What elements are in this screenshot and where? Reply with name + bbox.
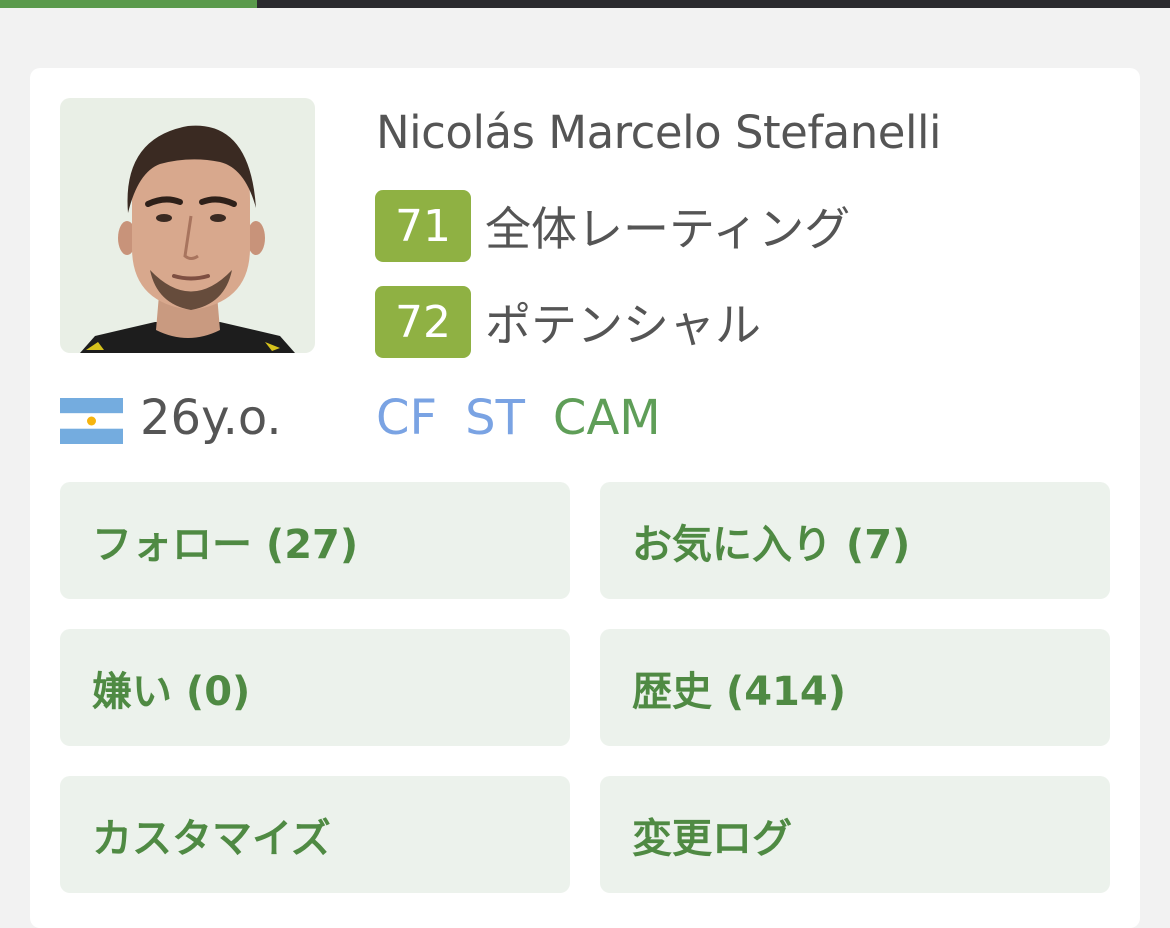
overall-rating-badge: 71	[375, 190, 471, 262]
favorite-button[interactable]: お気に入り (7)	[600, 482, 1110, 599]
history-button[interactable]: 歴史 (414)	[600, 629, 1110, 746]
follow-button[interactable]: フォロー (27)	[60, 482, 570, 599]
position-link[interactable]: ST	[465, 390, 525, 446]
page-progress-fill	[0, 0, 258, 8]
overall-rating-row: 71 全体レーティング	[375, 190, 850, 262]
player-name: Nicolás Marcelo Stefanelli	[376, 106, 941, 159]
player-photo	[60, 98, 315, 353]
player-positions: CF ST CAM	[376, 390, 661, 446]
position-link[interactable]: CF	[376, 390, 437, 446]
overall-rating-label: 全体レーティング	[485, 202, 851, 256]
player-age: 26y.o.	[140, 390, 282, 446]
changelog-button[interactable]: 変更ログ	[600, 776, 1110, 893]
player-card: Nicolás Marcelo Stefanelli 71 全体レーティング 7…	[30, 68, 1140, 928]
potential-rating-row: 72 ポテンシャル	[375, 286, 761, 358]
potential-rating-badge: 72	[375, 286, 471, 358]
position-link[interactable]: CAM	[553, 390, 661, 446]
argentina-flag-icon	[60, 398, 123, 444]
page-progress-bar	[0, 0, 1170, 8]
dislike-button[interactable]: 嫌い (0)	[60, 629, 570, 746]
potential-rating-label: ポテンシャル	[485, 298, 761, 352]
customize-button[interactable]: カスタマイズ	[60, 776, 570, 893]
